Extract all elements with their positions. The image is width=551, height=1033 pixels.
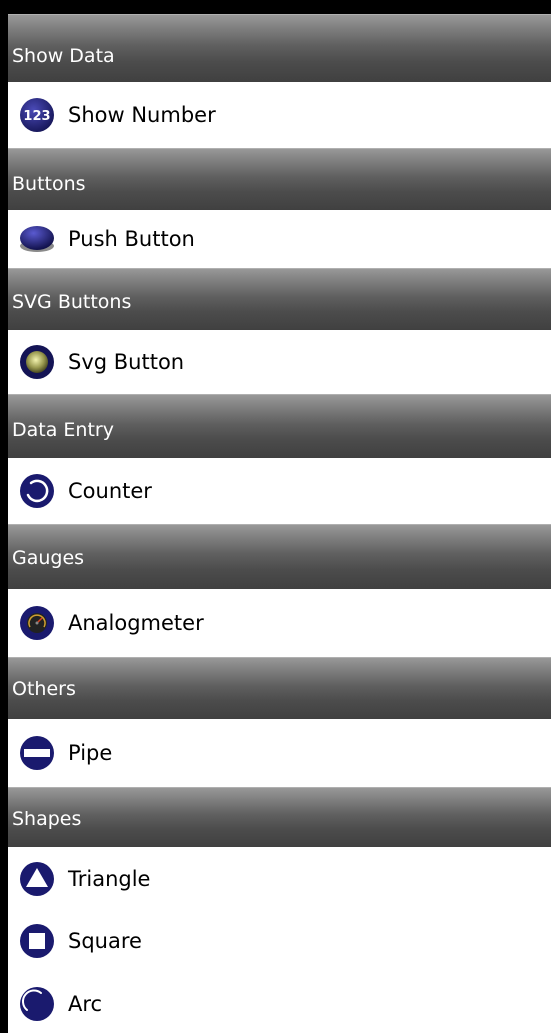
toolbox-item-triangle[interactable]: Triangle — [8, 847, 551, 911]
svg-text:123: 123 — [23, 109, 50, 124]
category-title: Shapes — [12, 808, 82, 830]
category-title: Gauges — [12, 547, 85, 569]
category-svg-buttons: SVG Buttons Svg Button — [8, 268, 551, 394]
toolbox-item-analogmeter[interactable]: Analogmeter — [8, 589, 551, 657]
toolbox-item-label: Arc — [68, 992, 103, 1016]
category-header-gauges[interactable]: Gauges — [8, 524, 551, 589]
counter-icon — [19, 473, 55, 509]
toolbox-item-counter[interactable]: Counter — [8, 458, 551, 524]
number-123-icon: 123 — [19, 97, 55, 133]
category-title: Show Data — [12, 45, 115, 67]
category-data-entry: Data Entry Counter — [8, 394, 551, 524]
analogmeter-icon — [19, 605, 55, 641]
category-header-shapes[interactable]: Shapes — [8, 787, 551, 847]
category-buttons: Buttons Push Button — [8, 148, 551, 268]
category-others: Others Pipe — [8, 657, 551, 787]
toolbox-item-label: Show Number — [68, 103, 216, 127]
toolbox-panel: Show Data 123 Show Number Buttons Push B… — [8, 14, 551, 1033]
toolbox-item-pipe[interactable]: Pipe — [8, 719, 551, 787]
category-header-data-entry[interactable]: Data Entry — [8, 394, 551, 458]
svg-button-icon — [19, 344, 55, 380]
toolbox-item-show-number[interactable]: 123 Show Number — [8, 82, 551, 148]
category-title: Data Entry — [12, 419, 114, 441]
toolbox-item-push-button[interactable]: Push Button — [8, 210, 551, 268]
category-header-buttons[interactable]: Buttons — [8, 148, 551, 210]
category-title: SVG Buttons — [12, 291, 132, 313]
toolbox-item-label: Counter — [68, 479, 152, 503]
arc-icon — [19, 986, 55, 1022]
category-title: Others — [12, 678, 76, 700]
pipe-icon — [19, 735, 55, 771]
category-show-data: Show Data 123 Show Number — [8, 14, 551, 148]
category-header-show-data[interactable]: Show Data — [8, 14, 551, 82]
toolbox-item-label: Triangle — [68, 867, 151, 891]
toolbox-item-arc[interactable]: Arc — [8, 971, 551, 1033]
toolbox-item-label: Analogmeter — [68, 611, 204, 635]
category-header-others[interactable]: Others — [8, 657, 551, 719]
triangle-icon — [19, 861, 55, 897]
push-button-icon — [19, 221, 55, 257]
toolbox-item-svg-button[interactable]: Svg Button — [8, 330, 551, 394]
category-title: Buttons — [12, 173, 86, 195]
category-shapes: Shapes Triangle Square Arc — [8, 787, 551, 1033]
category-gauges: Gauges Analogmeter — [8, 524, 551, 657]
toolbox-item-label: Svg Button — [68, 350, 185, 374]
toolbox-item-label: Push Button — [68, 227, 195, 251]
category-header-svg-buttons[interactable]: SVG Buttons — [8, 268, 551, 330]
toolbox-item-label: Pipe — [68, 741, 113, 765]
toolbox-item-label: Square — [68, 929, 142, 953]
toolbox-item-square[interactable]: Square — [8, 911, 551, 971]
square-icon — [19, 923, 55, 959]
